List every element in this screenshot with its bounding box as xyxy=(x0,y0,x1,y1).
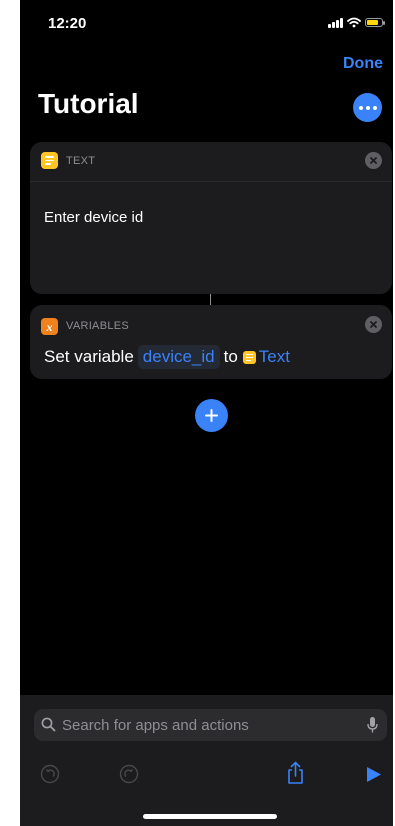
to-connector-text: to xyxy=(223,347,238,366)
done-button[interactable]: Done xyxy=(343,55,383,73)
home-indicator xyxy=(143,814,277,819)
text-action-card[interactable]: TEXT Enter device id xyxy=(30,142,392,294)
share-icon[interactable] xyxy=(286,761,305,785)
plus-icon[interactable] xyxy=(195,399,228,432)
text-token-icon xyxy=(242,350,256,364)
text-action-label: TEXT xyxy=(66,155,96,167)
page-title: Tutorial xyxy=(38,88,139,119)
redo-icon[interactable] xyxy=(119,764,139,784)
editor-toolbar xyxy=(20,755,393,795)
ellipsis-icon[interactable] xyxy=(353,93,382,122)
text-action-content[interactable]: Enter device id xyxy=(44,209,143,226)
search-input[interactable] xyxy=(62,709,352,741)
microphone-icon[interactable] xyxy=(367,716,378,734)
remove-text-action-icon[interactable] xyxy=(365,152,382,169)
status-time: 12:20 xyxy=(48,15,87,32)
text-token-label: Text xyxy=(258,347,290,366)
status-bar: 12:20 xyxy=(20,0,393,44)
wifi-icon xyxy=(347,17,361,28)
play-icon[interactable] xyxy=(366,766,382,783)
undo-icon[interactable] xyxy=(40,764,60,784)
bottom-panel xyxy=(20,695,393,826)
search-bar[interactable] xyxy=(34,709,387,741)
variables-action-label: VARIABLES xyxy=(66,320,130,332)
text-magic-variable-token[interactable]: Text xyxy=(242,347,290,367)
action-connector-line xyxy=(210,294,211,305)
search-icon xyxy=(41,717,56,732)
set-variable-row: Set variable device_id to Text xyxy=(44,345,290,369)
shortcut-editor-screen: 12:20 Done Tutorial TEXT Enter device id… xyxy=(20,0,393,826)
text-action-icon xyxy=(41,152,58,169)
variables-action-header: x VARIABLES xyxy=(30,305,392,343)
set-variable-verb: Set variable xyxy=(44,347,134,366)
variables-action-icon: x xyxy=(41,318,58,335)
cellular-signal-icon xyxy=(328,17,343,28)
battery-icon xyxy=(365,18,385,27)
status-icons xyxy=(328,17,385,28)
text-action-header: TEXT xyxy=(30,142,392,182)
set-variable-action-card[interactable]: x VARIABLES Set variable device_id to Te… xyxy=(30,305,392,379)
remove-variable-action-icon[interactable] xyxy=(365,316,382,333)
variable-name-token[interactable]: device_id xyxy=(137,345,220,369)
